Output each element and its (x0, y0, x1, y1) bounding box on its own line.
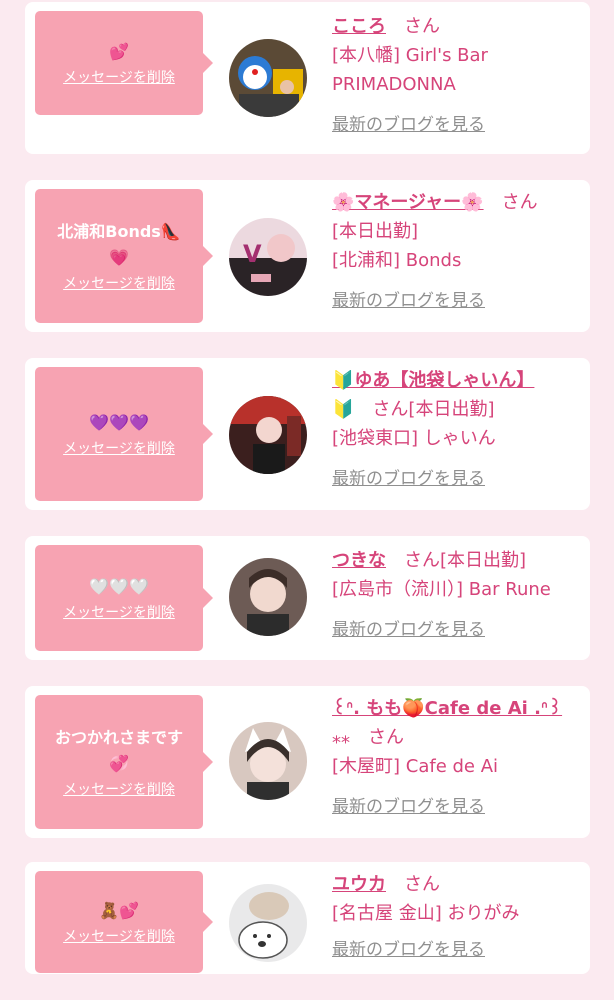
latest-blog-link[interactable]: 最新のブログを見る (332, 287, 584, 316)
cast-name-link[interactable]: つきな (332, 550, 386, 571)
avatar[interactable] (229, 722, 307, 800)
favorite-card: 🧸💕 メッセージを削除 ユウカ さん [名古屋 金山] おりがみ 最新のブログを見… (25, 862, 590, 974)
favorite-card: 💜💜💜 メッセージを削除 🔰ゆあ【池袋しゃいん】 🔰 さん[本日出勤] [池袋東口… (25, 358, 590, 510)
avatar[interactable] (229, 884, 307, 962)
message-bubble: おつかれさまです 💞 メッセージを削除 (35, 695, 213, 829)
favorite-card: おつかれさまです 💞 メッセージを削除 ꒰ᐢ. もも🍑Cafe de Ai .ᐢ… (25, 686, 590, 838)
message-text: おつかれさまです 💞 (54, 728, 183, 773)
cast-name-link[interactable]: ꒰ᐢ. もも🍑Cafe de Ai .ᐢ꒱ (332, 698, 562, 719)
message-text: 💜💜💜 (89, 413, 149, 432)
honorific: さん (404, 874, 440, 895)
shop-info: [本日出勤] (440, 550, 527, 571)
shop-info: [木屋町] Cafe de Ai (332, 756, 499, 777)
avatar[interactable] (229, 558, 307, 636)
honorific: さん (404, 550, 440, 571)
honorific: さん (372, 399, 409, 420)
delete-message-link[interactable]: メッセージを削除 (63, 67, 175, 87)
avatar[interactable] (229, 396, 307, 474)
message-bubble: 🧸💕 メッセージを削除 (35, 871, 213, 973)
shop-info: [北浦和] Bonds (332, 250, 462, 271)
delete-message-link[interactable]: メッセージを削除 (63, 273, 175, 293)
shop-info: [名古屋 金山] おりがみ (332, 903, 520, 924)
honorific: さん (501, 192, 538, 213)
latest-blog-link[interactable]: 最新のブログを見る (332, 111, 584, 140)
message-bubble: 💕 メッセージを削除 (35, 11, 213, 115)
latest-blog-link[interactable]: 最新のブログを見る (332, 465, 584, 494)
shop-info: [広島市（流川）] Bar Rune (332, 579, 551, 600)
honorific: さん (368, 727, 404, 748)
message-bubble: 🤍🤍🤍 メッセージを削除 (35, 545, 213, 651)
cast-name-link[interactable]: 🔰ゆあ【池袋しゃいん】 (332, 370, 534, 391)
beginner-badge: 🔰 (332, 399, 355, 420)
shop-info: [本日出勤] (408, 399, 495, 420)
shop-info: [本日出勤] (332, 221, 419, 242)
delete-message-link[interactable]: メッセージを削除 (63, 438, 175, 458)
latest-blog-link[interactable]: 最新のブログを見る (332, 936, 584, 965)
name-decoration: ⁎⁎ (332, 727, 350, 748)
avatar[interactable]: V (229, 218, 307, 296)
message-text: 💕 (109, 42, 129, 61)
message-bubble: 💜💜💜 メッセージを削除 (35, 367, 213, 501)
svg-text:V: V (243, 240, 262, 268)
delete-message-link[interactable]: メッセージを削除 (63, 779, 175, 799)
cast-name-link[interactable]: こころ (332, 16, 386, 37)
message-text: 🧸💕 (99, 901, 139, 920)
delete-message-link[interactable]: メッセージを削除 (63, 602, 175, 622)
cast-name-link[interactable]: 🌸マネージャー🌸 (332, 192, 484, 213)
avatar[interactable] (229, 39, 307, 117)
cast-name-link[interactable]: ユウカ (332, 874, 386, 895)
message-text: 🤍🤍🤍 (89, 577, 149, 596)
favorite-card: 北浦和Bonds👠 💗 メッセージを削除 V 🌸マネージャー🌸 さん [本日出勤]… (25, 180, 590, 332)
latest-blog-link[interactable]: 最新のブログを見る (332, 616, 584, 645)
honorific: さん (404, 16, 440, 37)
latest-blog-link[interactable]: 最新のブログを見る (332, 793, 584, 822)
message-bubble: 北浦和Bonds👠 💗 メッセージを削除 (35, 189, 213, 323)
shop-info: PRIMADONNA (332, 74, 456, 95)
favorite-card: 🤍🤍🤍 メッセージを削除 つきな さん[本日出勤] [広島市（流川）] Bar R… (25, 536, 590, 660)
favorites-list: 💕 メッセージを削除 こころ さん [本八幡] Girl's Bar PRIMAD… (0, 0, 614, 1000)
shop-info: [池袋東口] しゃいん (332, 428, 496, 449)
delete-message-link[interactable]: メッセージを削除 (63, 926, 175, 946)
shop-info: [本八幡] Girl's Bar (332, 45, 488, 66)
favorite-card: 💕 メッセージを削除 こころ さん [本八幡] Girl's Bar PRIMAD… (25, 2, 590, 154)
message-text: 北浦和Bonds👠 💗 (57, 222, 181, 267)
